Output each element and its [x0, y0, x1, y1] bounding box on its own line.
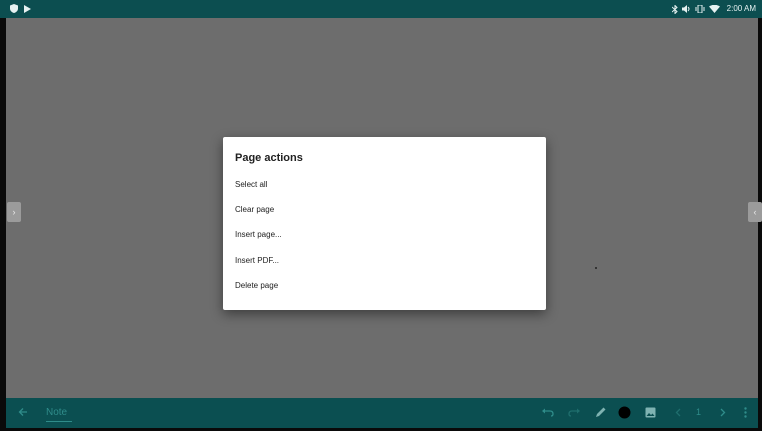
- screen: 2:00 AM › ‹ Page actions Select all Clea…: [0, 0, 762, 431]
- menu-item-select-all[interactable]: Select all: [235, 180, 267, 189]
- color-dot-icon[interactable]: [618, 406, 631, 419]
- play-store-icon: [24, 4, 31, 13]
- status-bar: 2:00 AM: [0, 0, 762, 18]
- prev-page-icon[interactable]: [675, 408, 681, 417]
- page-actions-dialog: Page actions Select all Clear page Inser…: [223, 137, 546, 310]
- ink-dot: [595, 267, 597, 269]
- image-icon[interactable]: [645, 407, 656, 418]
- bottom-toolbar: Note 1: [6, 398, 758, 428]
- shield-icon: [10, 4, 18, 13]
- status-right-icons: 2:00 AM: [671, 4, 756, 14]
- next-page-icon[interactable]: [720, 408, 726, 417]
- status-time: 2:00 AM: [726, 4, 756, 13]
- dialog-title: Page actions: [235, 152, 303, 164]
- bluetooth-icon: [671, 4, 678, 14]
- menu-item-insert-pdf[interactable]: Insert PDF...: [235, 256, 279, 265]
- note-title[interactable]: Note: [46, 407, 67, 418]
- menu-item-insert-page[interactable]: Insert page...: [235, 230, 282, 239]
- prev-page-handle[interactable]: ›: [7, 202, 21, 222]
- note-title-underline: [46, 421, 72, 422]
- pen-icon[interactable]: [595, 406, 607, 418]
- page-number: 1: [696, 407, 702, 417]
- redo-icon[interactable]: [568, 408, 580, 417]
- wifi-icon: [708, 5, 720, 13]
- volume-icon: [681, 5, 690, 13]
- back-arrow-icon[interactable]: [18, 407, 28, 417]
- menu-item-clear-page[interactable]: Clear page: [235, 205, 274, 214]
- status-left-icons: [10, 4, 31, 13]
- more-icon[interactable]: [744, 407, 747, 418]
- next-page-handle[interactable]: ‹: [748, 202, 762, 222]
- chevron-right-icon: ›: [12, 207, 16, 217]
- chevron-left-icon: ‹: [753, 207, 757, 217]
- vibrate-icon: [695, 5, 705, 13]
- undo-icon[interactable]: [542, 408, 554, 417]
- menu-item-delete-page[interactable]: Delete page: [235, 281, 278, 290]
